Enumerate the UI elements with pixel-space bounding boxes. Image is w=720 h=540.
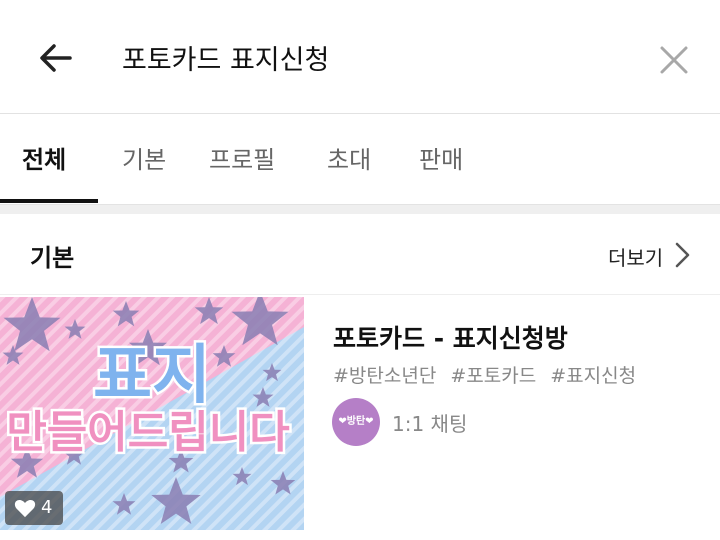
chat-type-label: 1:1 채팅 [392, 412, 468, 436]
category-tabs: 전체 기본 프로필 초대 판매 [0, 114, 720, 205]
avatar: ❤방탄❤ [332, 398, 380, 446]
chevron-right-icon[interactable] [672, 240, 692, 270]
section-title: 기본 [30, 244, 75, 272]
thumbnail-text-line1: 표지 [93, 339, 211, 413]
tag[interactable]: #포토카드 [450, 365, 536, 387]
search-header [0, 0, 720, 114]
more-link[interactable]: 더보기 [608, 242, 663, 271]
tab-profile[interactable]: 프로필 [209, 140, 275, 175]
back-arrow-icon[interactable] [36, 38, 76, 78]
tab-basic[interactable]: 기본 [122, 140, 166, 175]
thumbnail-text-line2: 만들어드립니다 [6, 407, 289, 458]
search-input[interactable] [122, 34, 622, 80]
section-divider [0, 205, 720, 214]
tag[interactable]: #방탄소년단 [333, 365, 436, 387]
card-thumbnail: 표지 만들어드립니다 4 [0, 297, 304, 530]
result-card[interactable]: 표지 만들어드립니다 4 포토카드 - 표지신청방 #방탄소년단 #포토카드 #… [0, 297, 720, 540]
like-count: 4 [41, 497, 53, 518]
card-title[interactable]: 포토카드 - 표지신청방 [333, 319, 568, 355]
active-tab-indicator [0, 199, 98, 203]
tag[interactable]: #표지신청 [550, 365, 636, 387]
heart-icon [14, 499, 36, 518]
like-badge: 4 [5, 491, 63, 525]
tab-sale[interactable]: 판매 [419, 140, 463, 175]
section-header: 기본 더보기 [0, 214, 720, 295]
tab-all[interactable]: 전체 [22, 140, 66, 175]
tab-invite[interactable]: 초대 [327, 140, 371, 175]
card-tags: #방탄소년단 #포토카드 #표지신청 [333, 361, 644, 388]
close-icon[interactable] [654, 40, 694, 80]
